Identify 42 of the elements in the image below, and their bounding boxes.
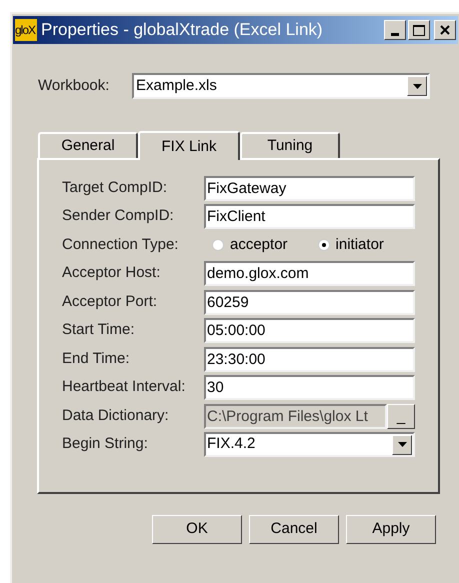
dropdown-button[interactable] — [407, 76, 427, 96]
radio-button[interactable]: initiator — [318, 234, 384, 256]
text-field[interactable]: 23:30:00 — [204, 346, 415, 372]
close-icon — [440, 25, 450, 35]
caret-icon — [398, 442, 406, 447]
workbook-dropdown[interactable]: Example.xls — [132, 73, 430, 99]
field-label: End Time: — [62, 348, 131, 369]
maximize-icon — [413, 24, 425, 36]
field-label: Data Dictionary: — [62, 406, 170, 426]
minimize-button[interactable] — [384, 20, 406, 40]
text-field[interactable]: FixGateway — [204, 176, 415, 200]
field-label: Heartbeat Interval: — [62, 377, 186, 398]
tab[interactable]: Tuning — [240, 132, 340, 158]
field-label: Target CompID: — [62, 178, 168, 198]
radio-button[interactable]: acceptor — [212, 234, 288, 256]
field-label: Connection Type: — [62, 234, 180, 255]
tab[interactable]: General — [38, 132, 138, 158]
field-label: Workbook: — [38, 76, 110, 96]
field-label: Start Time: — [62, 320, 136, 340]
field-label: Acceptor Port: — [62, 292, 158, 312]
close-button[interactable] — [434, 20, 456, 40]
text-field[interactable]: 60259 — [204, 290, 415, 314]
begin-string-dropdown[interactable]: FIX.4.2 — [204, 432, 415, 457]
dialog-button[interactable]: Cancel — [249, 515, 339, 544]
maximize-button[interactable] — [408, 20, 430, 40]
minimize-icon — [391, 33, 399, 36]
field-label: Acceptor Host: — [62, 263, 162, 284]
text-field[interactable]: 05:00:00 — [204, 318, 415, 343]
dialog-button[interactable]: Apply — [346, 515, 436, 544]
caret-icon — [412, 84, 422, 88]
app-logo: gloX — [15, 19, 37, 41]
window-title: Properties - globalXtrade (Excel Link) — [41, 19, 323, 42]
field-label: Sender CompID: — [62, 206, 175, 226]
text-field[interactable]: FixClient — [204, 204, 415, 229]
dropdown-button[interactable] — [392, 434, 412, 454]
dialog-button[interactable]: OK — [152, 515, 242, 544]
tab[interactable]: FIX Link — [138, 131, 240, 160]
dropdown-value: FIX.4.2 — [206, 434, 256, 454]
field-label: Begin String: — [62, 434, 149, 454]
text-field[interactable]: 30 — [204, 375, 415, 400]
dropdown-value: Example.xls — [136, 76, 218, 96]
text-field[interactable]: demo.glox.com — [204, 261, 415, 286]
